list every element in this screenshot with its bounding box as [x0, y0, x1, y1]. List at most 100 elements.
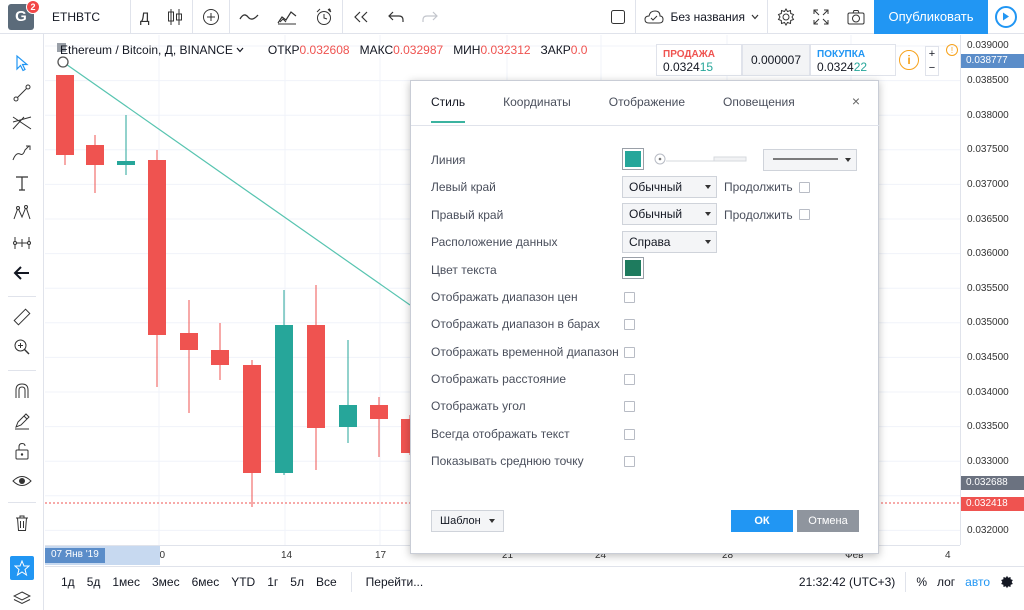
- topbar-right: Без названия Опубликовать: [601, 0, 1024, 34]
- option-checkbox[interactable]: [624, 319, 635, 331]
- interval-button[interactable]: Д: [131, 0, 158, 34]
- goto-date-button[interactable]: Перейти...: [360, 575, 430, 589]
- price-scale-label: 0.036000: [967, 248, 1009, 259]
- template-dropdown[interactable]: Шаблон: [431, 510, 504, 532]
- text-tool-icon[interactable]: [11, 172, 33, 194]
- compare-icon[interactable]: [268, 0, 306, 34]
- chevron-down-icon: [751, 14, 759, 19]
- option-checkbox[interactable]: [624, 455, 635, 467]
- range-button[interactable]: Все: [310, 575, 343, 589]
- layers-icon[interactable]: [11, 588, 33, 610]
- brush-icon[interactable]: [11, 142, 33, 164]
- layout-selector[interactable]: Без названия: [636, 10, 767, 24]
- candles-icon[interactable]: [158, 0, 192, 34]
- buy-label: ПОКУПКА: [817, 49, 866, 60]
- option-checkbox[interactable]: [624, 292, 635, 303]
- tab-style[interactable]: Стиль: [431, 95, 466, 123]
- redo-icon[interactable]: [413, 0, 447, 34]
- option-checkbox[interactable]: [624, 373, 635, 385]
- tab-alerts[interactable]: Оповещения: [723, 95, 795, 123]
- line-style-select[interactable]: [763, 149, 857, 171]
- tab-coordinates[interactable]: Координаты: [503, 95, 571, 123]
- publish-button[interactable]: Опубликовать: [874, 0, 988, 34]
- pitchfork-icon[interactable]: [11, 112, 33, 134]
- left-edge-value: Обычный: [629, 180, 683, 194]
- sell-price-main: 0.0324: [663, 60, 700, 74]
- ok-button[interactable]: ОК: [731, 510, 793, 532]
- data-position-value: Справа: [629, 235, 671, 249]
- option-checkbox[interactable]: [624, 428, 635, 440]
- fullscreen-icon[interactable]: [804, 0, 838, 34]
- play-button[interactable]: [988, 0, 1024, 34]
- alert-icon[interactable]: [306, 0, 342, 34]
- cursor-icon[interactable]: [11, 52, 33, 74]
- tab-visibility[interactable]: Отображение: [609, 95, 685, 123]
- buy-price-main: 0.0324: [817, 60, 854, 74]
- range-button[interactable]: 6мес: [186, 575, 226, 589]
- percent-toggle[interactable]: %: [916, 575, 927, 589]
- cancel-button[interactable]: Отмена: [797, 510, 859, 532]
- sell-quote[interactable]: ПРОДАЖА 0.032415: [656, 44, 742, 76]
- log-toggle[interactable]: лог: [937, 575, 955, 589]
- left-edge-select[interactable]: Обычный: [622, 176, 717, 198]
- info-icon[interactable]: i: [899, 50, 919, 70]
- symbol-search[interactable]: ETHBTC: [52, 10, 130, 24]
- logo-letter: G: [15, 8, 27, 25]
- price-scale-label: 0.037500: [967, 144, 1009, 155]
- camera-icon[interactable]: [838, 0, 874, 34]
- favorites-star-icon[interactable]: [10, 556, 34, 580]
- undo-icon[interactable]: [379, 0, 413, 34]
- range-button[interactable]: 5л: [284, 575, 310, 589]
- eye-icon[interactable]: [11, 470, 33, 492]
- add-indicator-icon[interactable]: [193, 0, 229, 34]
- right-edge-select[interactable]: Обычный: [622, 203, 717, 225]
- replay-icon[interactable]: [343, 0, 379, 34]
- price-scale-label: 0.038500: [967, 75, 1009, 86]
- fullscreen-checkbox-icon[interactable]: [601, 0, 635, 34]
- price-scale-label: 0.035500: [967, 283, 1009, 294]
- magnet-icon[interactable]: [11, 380, 33, 402]
- auto-toggle[interactable]: авто: [965, 575, 990, 589]
- warning-icon[interactable]: !: [946, 44, 958, 56]
- order-size-stepper[interactable]: + −: [925, 46, 939, 76]
- legend-title[interactable]: Ethereum / Bitcoin, Д, BINANCE: [60, 43, 233, 57]
- settings-gear-icon[interactable]: [768, 0, 804, 34]
- settings-gear-icon[interactable]: [1000, 575, 1014, 589]
- range-button[interactable]: YTD: [225, 575, 261, 589]
- line-color-swatch[interactable]: [622, 148, 644, 170]
- prediction-icon[interactable]: [11, 232, 33, 254]
- range-button[interactable]: 1д: [55, 575, 81, 589]
- extend-left-checkbox[interactable]: [799, 182, 810, 193]
- lock-icon[interactable]: [11, 440, 33, 462]
- range-button[interactable]: 3мес: [146, 575, 186, 589]
- option-label: Показывать среднюю точку: [431, 453, 584, 468]
- range-button[interactable]: 1мес: [106, 575, 146, 589]
- back-arrow-icon[interactable]: [11, 262, 33, 284]
- text-color-swatch[interactable]: [622, 257, 644, 279]
- range-button[interactable]: 5д: [81, 575, 107, 589]
- chevron-down-icon[interactable]: [236, 47, 244, 53]
- trash-icon[interactable]: [11, 512, 33, 534]
- app-root: { "topbar": { "logo_letter": "G", "logo_…: [0, 0, 1024, 610]
- ruler-icon[interactable]: [11, 306, 33, 328]
- trend-line-anchor: [57, 56, 69, 68]
- buy-quote[interactable]: ПОКУПКА 0.032422: [810, 44, 896, 76]
- pattern-icon[interactable]: [11, 202, 33, 224]
- range-button[interactable]: 1г: [261, 575, 284, 589]
- chevron-down-icon: [488, 519, 495, 523]
- trend-line-icon[interactable]: [11, 82, 33, 104]
- option-checkbox[interactable]: [624, 346, 635, 358]
- top-toolbar: G 2 ETHBTC Д Без названия Опубликовать: [0, 0, 1024, 34]
- clock-time[interactable]: 21:32:42 (UTC+3): [799, 575, 895, 589]
- candle-body: [275, 325, 293, 473]
- close-icon[interactable]: ×: [852, 93, 860, 109]
- extend-right-checkbox[interactable]: [799, 209, 810, 220]
- keep-drawing-icon[interactable]: [11, 410, 33, 432]
- data-position-select[interactable]: Справа: [622, 231, 717, 253]
- line-opacity-slider[interactable]: [654, 153, 748, 165]
- indicators-icon[interactable]: [230, 0, 268, 34]
- zoom-icon[interactable]: [11, 336, 33, 358]
- option-checkbox[interactable]: [624, 401, 635, 413]
- price-scale[interactable]: 0.039000 0.038500 0.038000 0.037500 0.037000…: [960, 35, 1024, 545]
- app-logo[interactable]: G 2: [8, 0, 40, 30]
